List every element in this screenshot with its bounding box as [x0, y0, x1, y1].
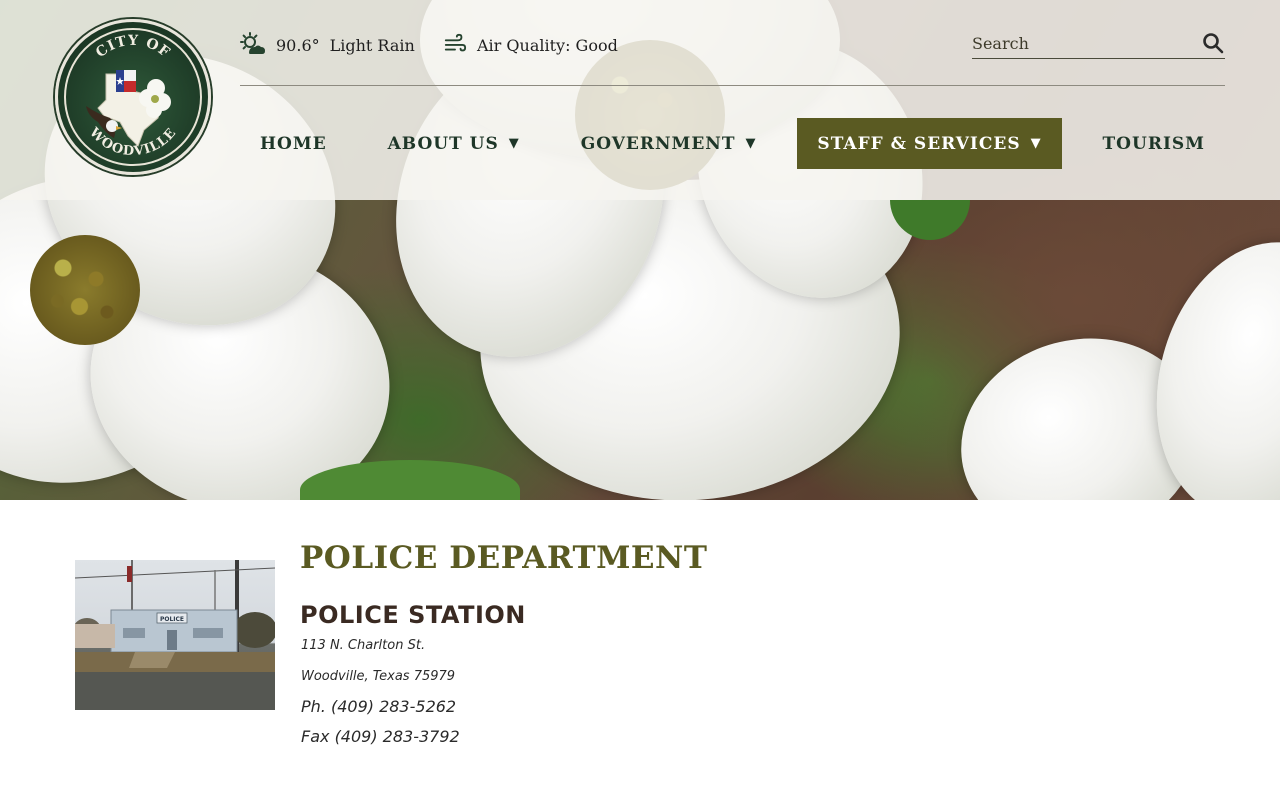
section-title: POLICE STATION — [300, 601, 526, 629]
page-title: POLICE DEPARTMENT — [300, 540, 708, 576]
weather-temp: 90.6° — [276, 35, 320, 55]
air-quality-label: Air Quality: Good — [477, 35, 618, 55]
chevron-down-icon: ▼ — [745, 136, 757, 151]
nav-item-tourism[interactable]: TOURISM — [1083, 118, 1225, 169]
nav-item-government[interactable]: GOVERNMENT ▼ — [561, 118, 777, 169]
nav-item-staff-services[interactable]: STAFF & SERVICES ▼ — [797, 118, 1062, 169]
address-line-2: Woodville, Texas 75979 — [301, 669, 456, 684]
police-station-photo: POLICE — [75, 560, 275, 710]
address-line-1: 113 N. Charlton St. — [301, 638, 426, 653]
svg-text:POLICE: POLICE — [160, 616, 184, 623]
search-icon[interactable] — [1201, 31, 1225, 55]
search-input[interactable] — [972, 33, 1172, 53]
weather-condition: Light Rain — [329, 35, 415, 55]
fax-number: Fax (409) 283-3792 — [301, 727, 460, 746]
wind-icon — [443, 32, 469, 58]
main-nav: HOME ABOUT US ▼ GOVERNMENT ▼ STAFF & SER… — [240, 118, 1225, 169]
main-content: POLICE POLICE DEPARTMENT POLICE STATION … — [0, 500, 1280, 800]
flower-center — [30, 235, 140, 345]
header-divider — [240, 85, 1225, 86]
city-logo[interactable]: CITY OF WOODVILLE — [55, 19, 211, 175]
city-seal-icon: CITY OF WOODVILLE — [64, 28, 202, 166]
nav-item-about-us[interactable]: ABOUT US ▼ — [368, 118, 540, 169]
nav-item-home[interactable]: HOME — [240, 118, 347, 169]
weather-widget: 90.6° Light Rain — [240, 32, 415, 58]
chevron-down-icon: ▼ — [508, 136, 520, 151]
air-quality-widget: Air Quality: Good — [443, 32, 618, 58]
partly-cloudy-icon — [240, 32, 266, 58]
svg-text:CITY OF: CITY OF — [93, 33, 173, 61]
chevron-down-icon: ▼ — [1030, 136, 1042, 151]
search-bar — [972, 28, 1225, 59]
phone-number[interactable]: Ph. (409) 283-5262 — [301, 697, 456, 716]
